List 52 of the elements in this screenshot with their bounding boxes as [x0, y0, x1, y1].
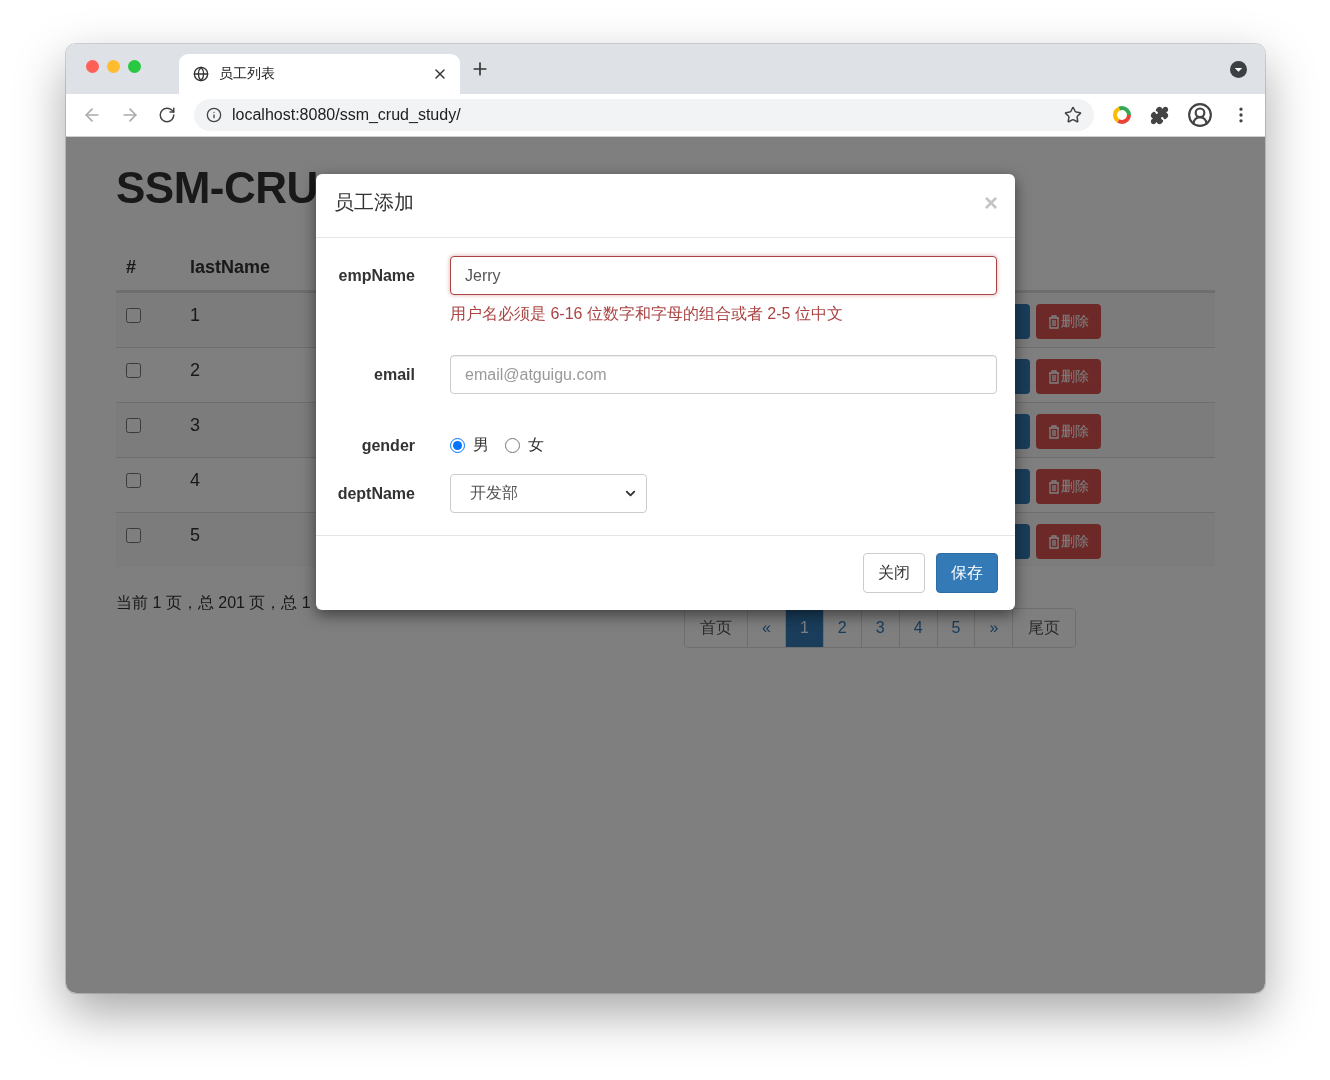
puzzle-icon[interactable]	[1150, 105, 1169, 125]
star-icon[interactable]	[1064, 106, 1082, 124]
delete-button[interactable]: 删除	[1036, 414, 1101, 449]
trash-icon	[1048, 534, 1060, 549]
radio-label: 男	[473, 435, 489, 455]
close-window-icon[interactable]	[86, 59, 99, 73]
profile-icon[interactable]	[1187, 102, 1213, 128]
error-message: 用户名必须是 6-16 位数字和字母的组合或者 2-5 位中文	[450, 304, 844, 324]
caret-icon[interactable]	[1230, 60, 1247, 78]
address-bar[interactable]: localhost:8080/ssm_crud_study/	[194, 99, 1094, 131]
table-cell: 4	[190, 470, 200, 491]
delete-button[interactable]: 删除	[1036, 304, 1101, 339]
radio-button[interactable]	[505, 438, 520, 453]
ring-icon[interactable]	[1112, 105, 1132, 125]
dropdown[interactable]: 开发部	[450, 474, 647, 513]
page-link[interactable]: 1	[784, 609, 823, 647]
modal-title: 员工添加	[334, 190, 414, 215]
browser-tab[interactable]: 员工列表	[179, 54, 460, 94]
radio-label: 女	[528, 435, 544, 455]
page-summary: 当前 1 页，总 201 页，总 1	[116, 593, 312, 613]
trash-icon	[1048, 369, 1060, 384]
input-field[interactable]: Jerry	[450, 256, 997, 295]
table-cell: 3	[190, 415, 200, 436]
page-link[interactable]: 尾页	[1012, 609, 1076, 647]
trash-icon	[1048, 314, 1060, 329]
maximize-window-icon[interactable]	[128, 59, 141, 73]
close-button[interactable]: 关闭	[863, 553, 925, 593]
page-title: SSM-CRU	[116, 163, 318, 213]
table-cell: 2	[190, 360, 200, 381]
trash-icon	[1048, 424, 1060, 439]
delete-button[interactable]: 删除	[1036, 524, 1101, 559]
delete-button[interactable]: 删除	[1036, 469, 1101, 504]
close-button[interactable]: ×	[984, 188, 998, 217]
table-cell: 1	[190, 305, 200, 326]
input-field[interactable]: email@atguigu.com	[450, 355, 997, 394]
row-checkbox[interactable]	[126, 528, 141, 543]
save-button[interactable]: 保存	[936, 553, 998, 593]
field-label: deptName	[336, 484, 416, 504]
trash-icon	[1048, 479, 1060, 494]
field-label: gender	[360, 436, 416, 456]
reload-icon[interactable]	[158, 106, 176, 124]
table-cell: 5	[190, 525, 200, 546]
row-checkbox[interactable]	[126, 308, 141, 323]
field-label: email	[373, 365, 416, 385]
info-icon	[206, 107, 222, 123]
radio-button[interactable]	[450, 438, 465, 453]
row-checkbox[interactable]	[126, 473, 141, 488]
field-label: empName	[337, 266, 416, 286]
row-checkbox[interactable]	[126, 363, 141, 378]
row-checkbox[interactable]	[126, 418, 141, 433]
delete-button[interactable]: 删除	[1036, 359, 1101, 394]
globe-icon	[193, 66, 209, 82]
